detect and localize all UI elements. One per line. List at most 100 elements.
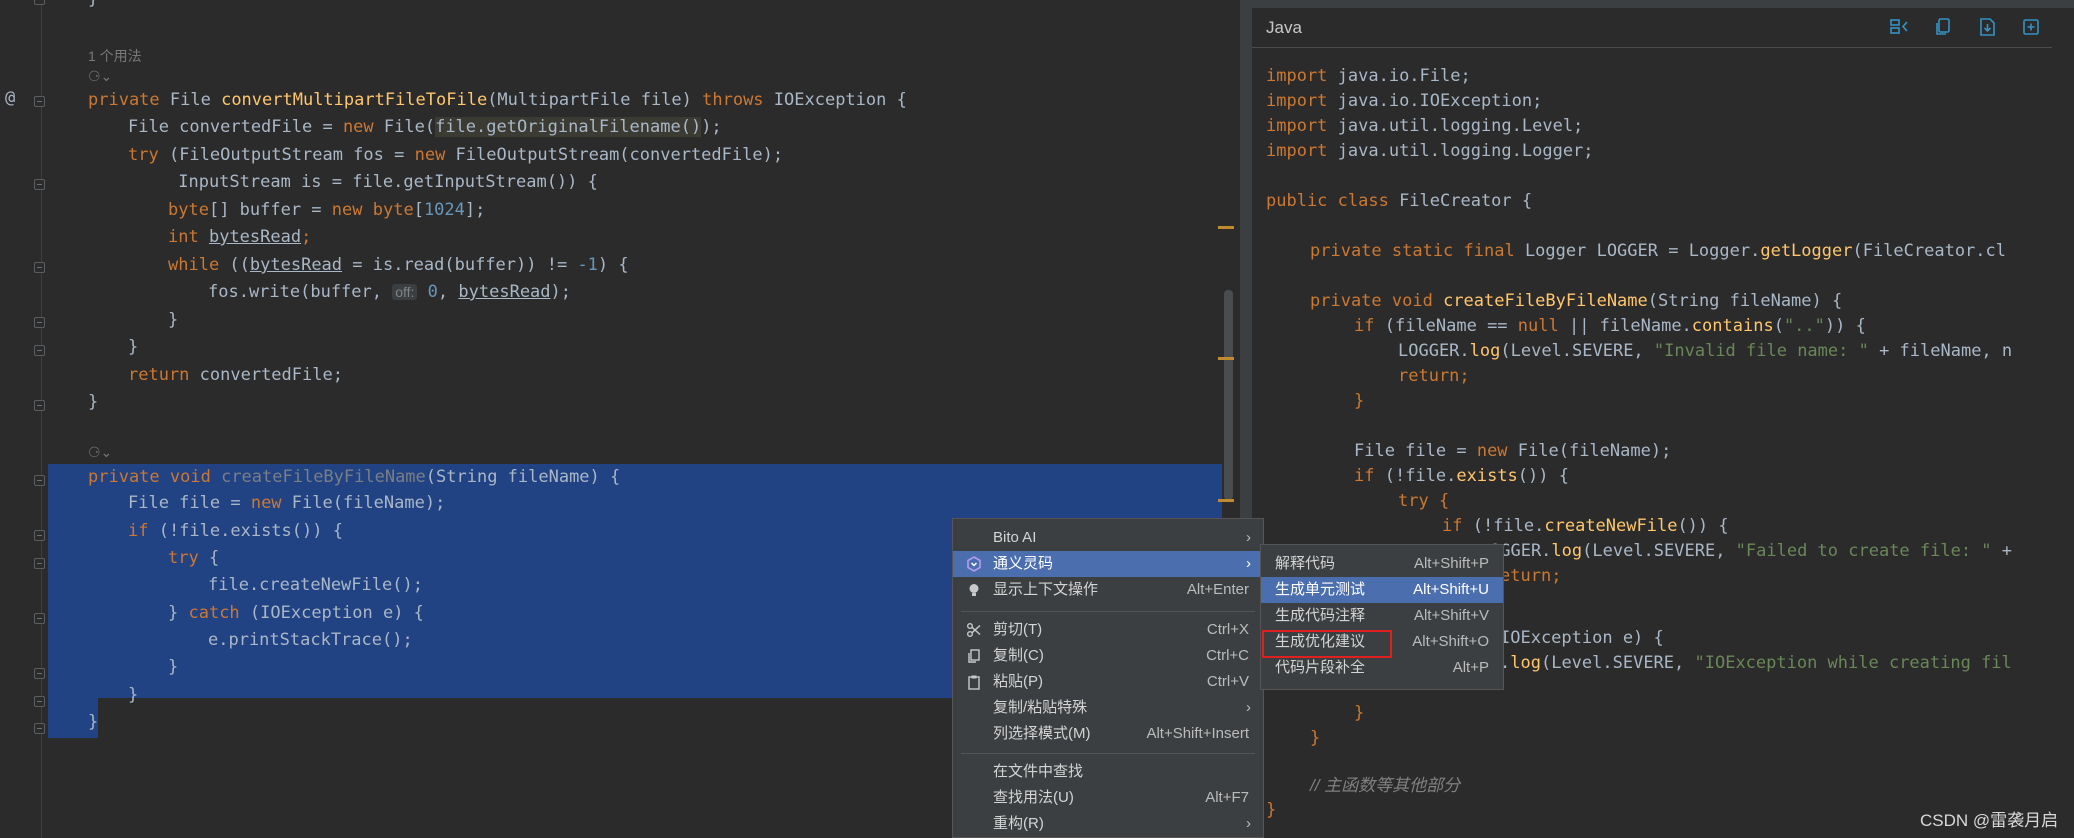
editor-gutter: @ xyxy=(0,0,48,838)
context-menu: Bito AI › 通义灵码 › 显示上下文操作 Alt+Enter 剪切(T) Ctr… xyxy=(952,518,1264,838)
code-line: } xyxy=(1266,800,1277,820)
code-line[interactable]: fos.write(buffer, off: 0, bytesRead); xyxy=(208,279,571,305)
menu-item-paste[interactable]: 粘贴(P) Ctrl+V xyxy=(953,669,1263,695)
fold-marker-icon[interactable] xyxy=(34,179,45,190)
menu-separator xyxy=(961,611,1255,612)
copy-icon[interactable] xyxy=(1932,16,1954,38)
code-line[interactable]: while ((bytesRead = is.read(buffer)) != … xyxy=(168,252,629,278)
code-line: IOException e) { xyxy=(1500,628,1664,648)
code-line[interactable]: int bytesRead; xyxy=(168,224,311,250)
code-line[interactable]: } xyxy=(128,682,138,708)
code-line: OGGER.log(Level.SEVERE, "Failed to creat… xyxy=(1490,541,2013,561)
code-line[interactable]: private File convertMultipartFileToFile(… xyxy=(88,87,907,113)
code-line[interactable]: File convertedFile = new File(file.getOr… xyxy=(128,114,722,140)
code-vision-icon[interactable]: ⚆⌄ xyxy=(88,68,112,85)
code-vision-icon[interactable]: ⚆⌄ xyxy=(88,444,112,461)
new-file-icon[interactable] xyxy=(2020,16,2042,38)
code-line[interactable]: try { xyxy=(168,545,219,571)
override-marker-icon[interactable]: @ xyxy=(5,88,15,108)
fold-marker-icon[interactable] xyxy=(34,696,45,707)
menu-item-copy[interactable]: 复制(C) Ctrl+C xyxy=(953,643,1263,669)
code-line[interactable]: File file = new File(fileName); xyxy=(128,490,445,516)
fold-marker-icon[interactable] xyxy=(34,317,45,328)
code-line[interactable]: } catch (IOException e) { xyxy=(168,600,424,626)
editor-scrollbar-thumb[interactable] xyxy=(1224,290,1233,500)
chevron-right-icon: › xyxy=(1246,529,1251,546)
menu-item-show-context-actions[interactable]: 显示上下文操作 Alt+Enter xyxy=(953,577,1263,603)
menu-item-copy-paste-special[interactable]: 复制/粘贴特殊 › xyxy=(953,695,1263,721)
code-line[interactable]: } xyxy=(88,709,98,735)
usage-hint[interactable]: 1 个用法 xyxy=(88,46,142,66)
code-line: import java.util.logging.Logger; xyxy=(1266,141,1594,161)
menu-separator xyxy=(961,753,1255,754)
fold-marker-icon[interactable] xyxy=(34,0,45,5)
code-line: import java.io.IOException; xyxy=(1266,91,1543,111)
code-line: return; xyxy=(1398,366,1470,386)
code-line[interactable]: return convertedFile; xyxy=(128,362,343,388)
menu-item-snippet-completion[interactable]: 代码片段补全 Alt+P xyxy=(1261,655,1503,681)
code-line: } xyxy=(1354,391,1365,411)
fold-marker-icon[interactable] xyxy=(34,613,45,624)
code-line[interactable]: byte[] buffer = new byte[1024]; xyxy=(168,197,485,223)
menu-item-column-selection[interactable]: 列选择模式(M) Alt+Shift+Insert xyxy=(953,721,1263,747)
code-line: if (fileName == null || fileName.contain… xyxy=(1354,316,1866,336)
menu-item-bito-ai[interactable]: Bito AI › xyxy=(953,525,1263,551)
ai-answer-panel: Java import java.io.File; import java.io… xyxy=(1252,0,2074,838)
menu-item-tongyi-lingma[interactable]: 通义灵码 › xyxy=(953,551,1263,577)
fold-marker-icon[interactable] xyxy=(34,345,45,356)
insert-code-icon[interactable] xyxy=(1976,16,1998,38)
error-stripe-marker[interactable] xyxy=(1218,499,1234,502)
fold-marker-icon[interactable] xyxy=(34,475,45,486)
code-line: LOGGER.log(Level.SEVERE, "Invalid file n… xyxy=(1398,341,2013,361)
code-line[interactable]: } xyxy=(168,307,178,333)
menu-item-explain-code[interactable]: 解释代码 Alt+Shift+P xyxy=(1261,551,1503,577)
fold-marker-icon[interactable] xyxy=(34,723,45,734)
code-line: import java.util.logging.Level; xyxy=(1266,116,1584,136)
chevron-right-icon: › xyxy=(1246,815,1251,832)
fold-marker-icon[interactable] xyxy=(34,558,45,569)
diff-icon[interactable] xyxy=(1888,16,1910,38)
code-line[interactable]: } xyxy=(168,654,178,680)
error-stripe-marker[interactable] xyxy=(1218,226,1234,229)
fold-marker-icon[interactable] xyxy=(34,668,45,679)
code-line[interactable]: } xyxy=(88,0,98,12)
fold-marker-icon[interactable] xyxy=(34,96,45,107)
code-line: } xyxy=(1354,703,1365,723)
code-line[interactable]: try (FileOutputStream fos = new FileOutp… xyxy=(128,142,783,168)
lightbulb-icon xyxy=(969,584,979,596)
code-line: // 主函数等其他部分 xyxy=(1310,776,1461,795)
code-line[interactable]: } xyxy=(128,334,138,360)
menu-item-refactor[interactable]: 重构(R) › xyxy=(953,811,1263,837)
watermark: CSDN @雷袭月启 xyxy=(1920,811,2059,830)
menu-item-generate-comments[interactable]: 生成代码注释 Alt+Shift+V xyxy=(1261,603,1503,629)
code-line: } xyxy=(1310,728,1321,748)
error-stripe-marker[interactable] xyxy=(1218,357,1234,360)
code-line: eturn; xyxy=(1500,566,1562,586)
code-line: try { xyxy=(1398,491,1450,511)
code-line[interactable]: e.printStackTrace(); xyxy=(208,627,413,653)
fold-marker-icon[interactable] xyxy=(34,400,45,411)
code-line: File file = new File(fileName); xyxy=(1354,441,1672,461)
code-language-label: Java xyxy=(1266,18,1302,37)
code-line[interactable]: if (!file.exists()) { xyxy=(128,518,343,544)
tongyi-lingma-icon xyxy=(967,556,981,572)
fold-marker-icon[interactable] xyxy=(34,530,45,541)
code-line[interactable]: file.createNewFile(); xyxy=(208,572,423,598)
menu-item-generate-unit-test[interactable]: 生成单元测试 Alt+Shift+U xyxy=(1261,577,1503,603)
menu-item-find-in-files[interactable]: 在文件中查找 xyxy=(953,759,1263,785)
code-line[interactable]: private void createFileByFileName(String… xyxy=(88,464,620,490)
menu-item-cut[interactable]: 剪切(T) Ctrl+X xyxy=(953,617,1263,643)
code-line: if (!file.exists()) { xyxy=(1354,466,1569,486)
copy-icon xyxy=(968,649,980,663)
code-line[interactable]: InputStream is = file.getInputStream()) … xyxy=(168,169,598,195)
fold-marker-icon[interactable] xyxy=(34,262,45,273)
code-line: import java.io.File; xyxy=(1266,66,1471,86)
parameter-hint: off: xyxy=(392,284,418,300)
menu-item-find-usages[interactable]: 查找用法(U) Alt+F7 xyxy=(953,785,1263,811)
code-line[interactable]: } xyxy=(88,389,98,415)
scissors-icon xyxy=(967,623,981,637)
code-line: public class FileCreator { xyxy=(1266,191,1533,211)
gutter-separator xyxy=(41,0,42,838)
code-block-header: Java xyxy=(1252,8,2052,48)
clipboard-icon xyxy=(968,675,980,690)
